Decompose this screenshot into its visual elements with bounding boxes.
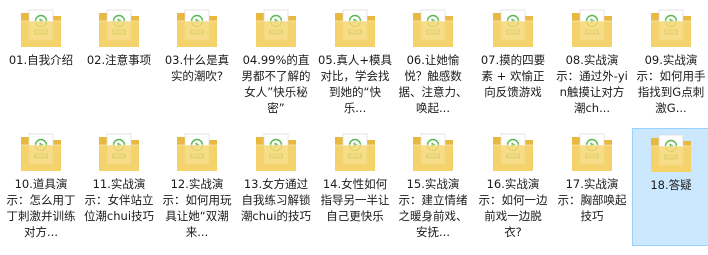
mp4-folder-icon: MP4 [410, 7, 456, 51]
file-item[interactable]: MP4 04.99%的直男都不了解的女人”快乐秘密” [237, 4, 315, 122]
file-item[interactable]: MP4 11.实战演示：女伴站立位潮chui技巧 [80, 128, 158, 246]
mp4-folder-icon: MP4 [18, 131, 64, 175]
file-label: 14.女性如何指导另一半让自己更快乐 [320, 177, 390, 223]
file-label: 15.实战演示：建立情绪之暖身前戏、安抚... [398, 177, 468, 239]
mp4-folder-icon: MP4 [174, 131, 220, 175]
file-label: 09.实战演示：如何用手指找到G点刺激G... [636, 53, 706, 115]
file-label: 04.99%的直男都不了解的女人”快乐秘密” [241, 53, 311, 115]
file-item[interactable]: MP4 01.自我介绍 [2, 4, 80, 122]
mp4-folder-icon: MP4 [253, 131, 299, 175]
file-label: 01.自我介绍 [8, 53, 74, 67]
mp4-folder-icon: MP4 [569, 7, 615, 51]
mp4-folder-icon: MP4 [332, 7, 378, 51]
file-label: 18.答疑 [650, 178, 692, 192]
file-label: 08.实战演示：通过外-yin触摸让对方潮ch... [556, 53, 628, 115]
file-item[interactable]: MP4 15.实战演示：建立情绪之暖身前戏、安抚... [394, 128, 472, 246]
mp4-folder-icon: MP4 [490, 7, 536, 51]
mp4-folder-icon: MP4 [96, 131, 142, 175]
file-label: 02.注意事项 [86, 53, 152, 67]
mp4-folder-icon: MP4 [490, 131, 536, 175]
file-item[interactable]: MP4 09.实战演示：如何用手指找到G点刺激G... [632, 4, 708, 122]
mp4-folder-icon: MP4 [253, 7, 299, 51]
file-label: 05.真人+模具对比，学会找到她的“快乐... [318, 53, 392, 115]
file-item[interactable]: MP4 13.女方通过自我练习解锁潮chui的技巧 [237, 128, 315, 246]
mp4-folder-icon: MP4 [332, 131, 378, 175]
mp4-folder-icon: MP4 [410, 131, 456, 175]
file-label: 10.道具演示：怎么用丁丁刺激并训练对方... [6, 177, 76, 239]
file-label: 03.什么是真实的潮吹? [164, 53, 230, 83]
file-item[interactable]: MP4 07.摸的四要素 + 欢愉正向反馈游戏 [474, 4, 552, 122]
file-item[interactable]: MP4 14.女性如何指导另一半让自己更快乐 [316, 128, 394, 246]
file-item[interactable]: MP4 02.注意事项 [80, 4, 158, 122]
file-grid: MP4 01.自我介绍 MP4 02.注意事项 MP4 03.什么是真实的潮吹?… [0, 0, 708, 255]
mp4-folder-icon: MP4 [569, 131, 615, 175]
mp4-folder-icon: MP4 [648, 132, 694, 176]
mp4-folder-icon: MP4 [18, 7, 64, 51]
mp4-folder-icon: MP4 [174, 7, 220, 51]
file-item[interactable]: MP4 10.道具演示：怎么用丁丁刺激并训练对方... [2, 128, 80, 246]
file-label: 11.实战演示：女伴站立位潮chui技巧 [83, 177, 155, 223]
file-item[interactable]: MP4 06.让她愉悦？触感数据、注意力、唤起... [394, 4, 472, 122]
file-item[interactable]: MP4 17.实战演示：胸部唤起技巧 [553, 128, 631, 246]
file-label: 17.实战演示：胸部唤起技巧 [557, 177, 627, 223]
file-item[interactable]: MP4 18.答疑 [632, 128, 708, 246]
mp4-folder-icon: MP4 [96, 7, 142, 51]
file-label: 12.实战演示：如何用玩具让她“双潮来... [162, 177, 232, 239]
file-item[interactable]: MP4 05.真人+模具对比，学会找到她的“快乐... [316, 4, 394, 122]
file-label: 13.女方通过自我练习解锁潮chui的技巧 [240, 177, 312, 223]
file-item[interactable]: MP4 03.什么是真实的潮吹? [158, 4, 236, 122]
file-item[interactable]: MP4 16.实战演示：如何一边前戏一边脱衣? [474, 128, 552, 246]
mp4-folder-icon: MP4 [648, 7, 694, 51]
file-label: 07.摸的四要素 + 欢愉正向反馈游戏 [480, 53, 546, 99]
file-label: 06.让她愉悦？触感数据、注意力、唤起... [398, 53, 468, 115]
file-label: 16.实战演示：如何一边前戏一边脱衣? [478, 177, 548, 239]
file-item[interactable]: MP4 08.实战演示：通过外-yin触摸让对方潮ch... [553, 4, 631, 122]
file-item[interactable]: MP4 12.实战演示：如何用玩具让她“双潮来... [158, 128, 236, 246]
